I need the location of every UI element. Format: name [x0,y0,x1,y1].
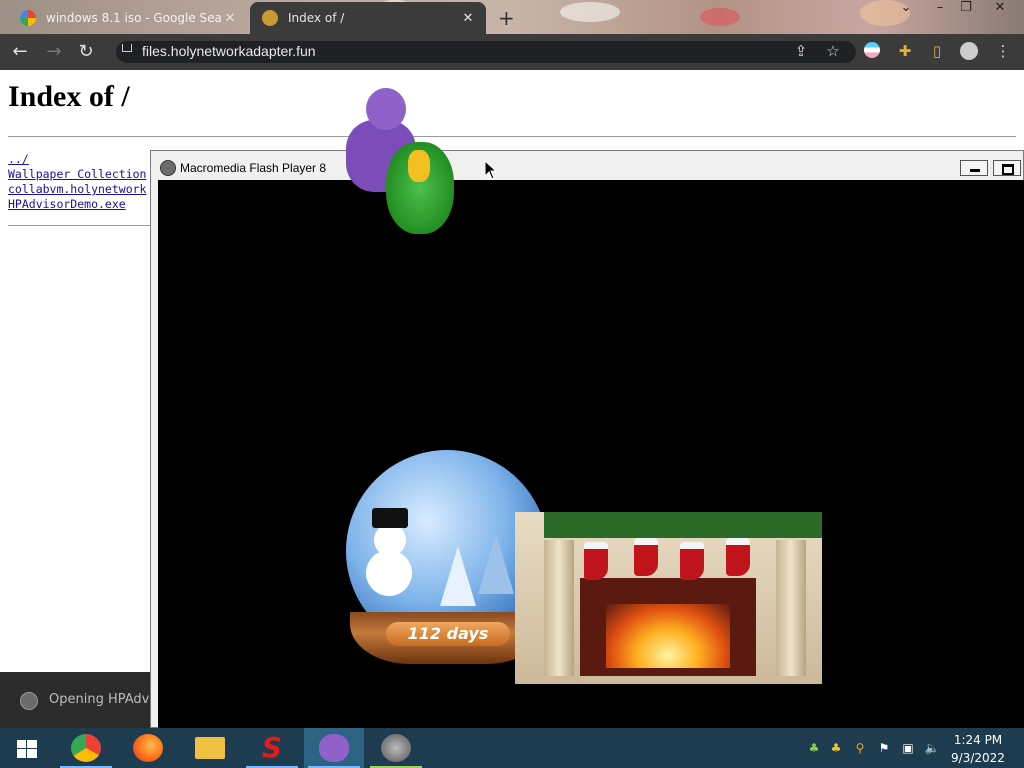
stocking [634,538,658,576]
mouse-cursor-icon [484,160,498,180]
menu-kebab-icon[interactable]: ⋮ [994,42,1012,60]
taskbar-firefox[interactable] [118,728,178,768]
parrot-beak [408,150,430,182]
bonzibuddy-icon [319,734,349,762]
flag-icon[interactable]: ⚑ [876,740,892,756]
new-tab-button[interactable]: + [498,6,515,30]
close-tab-icon[interactable]: ✕ [460,11,476,26]
taskbar-chrome[interactable] [56,728,116,768]
snowy-tree [440,546,476,606]
file-link-parent[interactable]: ../ [8,152,150,167]
tab-search-icon[interactable]: ⌄ [892,0,920,20]
tab-index-of[interactable]: Index of / ✕ [250,2,486,34]
flash-file-icon [20,692,38,710]
side-panel-icon[interactable]: ▯ [928,42,946,60]
download-status-text[interactable]: Opening HPAdvis [49,692,160,707]
network-icon[interactable]: ▣ [900,740,916,756]
stocking [680,542,704,580]
tray-app-icon[interactable]: ♣ [828,740,844,756]
file-link-wallpaper[interactable]: Wallpaper Collection [8,167,150,182]
tab-title: windows 8.1 iso - Google Search [46,11,222,25]
snowy-tree [478,534,514,594]
google-icon [20,10,36,26]
forward-button[interactable]: → [44,42,64,62]
flash-player-icon [160,160,176,176]
url-text[interactable]: files.holynetworkadapter.fun [142,43,316,59]
folder-icon [195,737,225,759]
snowman-hat [372,508,408,528]
file-list: ../ Wallpaper Collection collabvm.holyne… [8,152,150,212]
divider [8,225,150,226]
taskbar-file-explorer[interactable] [180,728,240,768]
stocking [584,542,608,580]
bookmark-star-icon[interactable]: ☆ [824,42,842,60]
file-link-hpadvisor[interactable]: HPAdvisorDemo.exe [8,197,150,212]
fire [606,604,730,668]
share-icon[interactable]: ⇪ [792,42,810,60]
days-countdown-label: 112 days [386,622,510,646]
bonzibuddy-head[interactable] [366,88,406,130]
close-window-button[interactable]: ✕ [986,0,1014,20]
taskbar-bonzibuddy[interactable] [304,728,364,768]
minimize-button[interactable]: – [926,0,954,20]
taskbar-app-s[interactable]: S [242,728,302,768]
flash-maximize-button[interactable] [993,160,1021,176]
site-favicon [262,10,278,26]
garland [544,512,822,538]
stocking [726,538,750,576]
tray-app-icon[interactable]: ♣ [806,740,822,756]
tab-google-search[interactable]: windows 8.1 iso - Google Search ✕ [8,2,248,34]
flash-window-title: Macromedia Flash Player 8 [180,161,327,175]
volume-icon[interactable]: 🔈 [924,740,940,756]
flash-minimize-button[interactable] [960,160,988,176]
divider [8,136,1016,137]
clock-time[interactable]: 1:24 PM [944,733,1012,747]
fireplace-pillar [544,540,574,676]
reload-button[interactable]: ↻ [76,42,96,62]
start-button[interactable] [0,728,56,768]
taskbar-flash-player[interactable] [366,728,426,768]
snowman-head [374,524,406,556]
page-title: Index of / [8,80,130,113]
tab-title: Index of / [288,11,345,25]
firefox-icon [133,734,163,762]
profile-flag-icon[interactable] [864,42,882,60]
flash-icon [381,734,411,762]
fireplace-pillar [776,540,806,676]
back-button[interactable]: ← [10,42,30,62]
s-app-icon: S [261,731,283,764]
restore-button[interactable]: ❐ [952,0,980,20]
file-link-collabvm[interactable]: collabvm.holynetwork [8,182,150,197]
snowman [366,550,412,596]
search-icon[interactable]: ⚲ [852,740,868,756]
chrome-icon [71,734,101,762]
extensions-icon[interactable]: ✚ [896,42,914,60]
avatar[interactable] [960,42,978,60]
windows-icon [17,740,37,758]
lock-icon [122,44,132,52]
close-tab-icon[interactable]: ✕ [222,11,238,26]
clock-date[interactable]: 9/3/2022 [944,751,1012,765]
